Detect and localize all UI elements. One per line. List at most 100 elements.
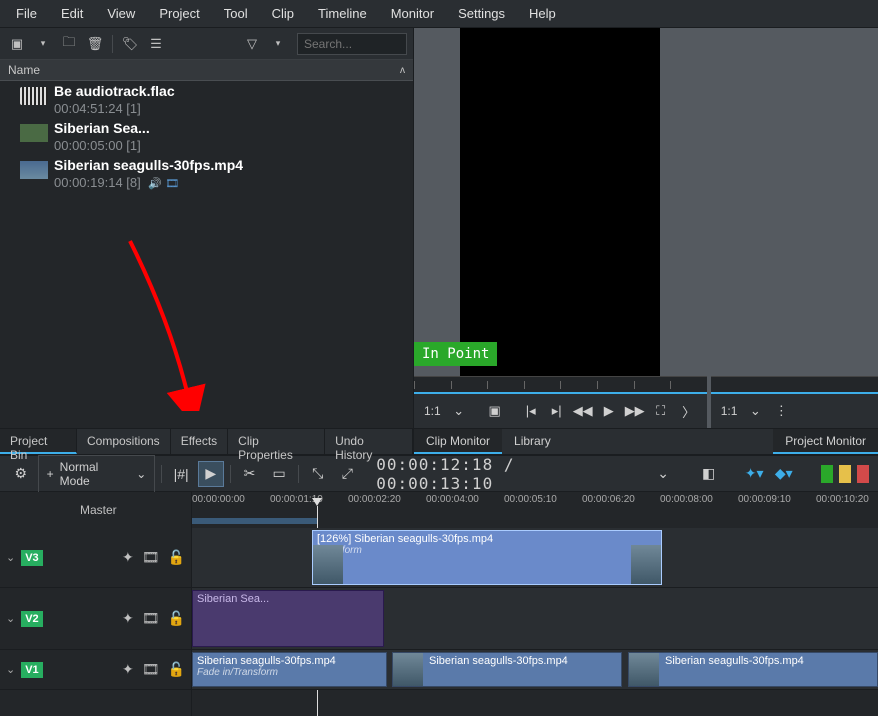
select-tool-icon[interactable]: ▶ (198, 461, 224, 487)
clip-effect-label: Transform (317, 545, 657, 556)
lock-icon[interactable]: 🔓 (168, 610, 185, 627)
chevron-down-icon[interactable]: ⌄ (447, 399, 471, 423)
next-keyframe-icon[interactable]: ▸| (545, 399, 569, 423)
time-ruler[interactable]: 00:00:00:00 00:00:01:10 00:00:02:20 00:0… (192, 492, 878, 528)
image-thumb-icon (20, 124, 48, 142)
effects-icon[interactable]: ◆▾ (771, 461, 797, 487)
clip[interactable]: Siberian seagulls-30fps.mp4 (628, 652, 878, 687)
track-id-badge[interactable]: V1 (21, 662, 42, 678)
bin-item[interactable]: Siberian seagulls-30fps.mp4 00:00:19:14 … (0, 155, 413, 192)
razor-icon[interactable]: ✂ (237, 461, 263, 487)
track-id-badge[interactable]: V3 (21, 550, 42, 566)
track-header-v1[interactable]: ⌄ V1 ✦ 🎞 🔓 (0, 650, 191, 690)
zoom-slider[interactable] (857, 465, 869, 483)
search-input[interactable] (297, 33, 407, 55)
menu-monitor[interactable]: Monitor (379, 2, 446, 25)
chevron-down-icon[interactable]: ⌄ (743, 399, 767, 423)
settings-icon[interactable]: ⚙ (8, 461, 34, 487)
clip[interactable]: Siberian seagulls-30fps.mp4 Fade in/Tran… (192, 652, 387, 687)
project-monitor-tabs: Project Monitor (773, 428, 878, 454)
tab-project-monitor[interactable]: Project Monitor (773, 429, 878, 454)
menu-settings[interactable]: Settings (446, 2, 517, 25)
project-monitor-screen[interactable] (711, 28, 878, 376)
zoom-ratio-label[interactable]: 1:1 (420, 404, 445, 418)
crop-icon[interactable]: ⛶ (649, 399, 673, 423)
lock-icon[interactable]: 🔓 (168, 549, 185, 566)
track-id-badge[interactable]: V2 (21, 611, 42, 627)
chevron-down-icon[interactable]: ⌄ (6, 612, 15, 625)
timeline-zone[interactable] (192, 518, 317, 524)
magic-icon[interactable]: ✦ (122, 549, 134, 566)
overwrite-icon[interactable]: ⤢ (335, 461, 361, 487)
zoom-slider[interactable] (821, 465, 833, 483)
tab-effects[interactable]: Effects (171, 429, 228, 454)
filter-icon[interactable]: ▽ (241, 33, 263, 55)
mode-plus-icon: + (47, 467, 54, 481)
spacer-icon[interactable]: ▭ (266, 461, 292, 487)
tab-library[interactable]: Library (502, 429, 563, 454)
menu-edit[interactable]: Edit (49, 2, 95, 25)
track-lane-v3[interactable]: [126%] Siberian seagulls-30fps.mp4 Trans… (192, 528, 878, 588)
menu-file[interactable]: File (4, 2, 49, 25)
menu-view[interactable]: View (95, 2, 147, 25)
magic-icon[interactable]: ✦ (122, 661, 134, 678)
sort-asc-icon[interactable]: ʌ (400, 65, 405, 76)
chevron-down-icon[interactable]: ⌄ (6, 663, 15, 676)
menu-help[interactable]: Help (517, 2, 568, 25)
folder-icon[interactable]: 🗀 (58, 33, 80, 55)
edit-mode-dropdown[interactable]: + Normal Mode ⌄ (38, 455, 156, 493)
clip-monitor-screen[interactable]: In Point (414, 28, 707, 376)
track-lane-v1[interactable]: Siberian seagulls-30fps.mp4 Fade in/Tran… (192, 650, 878, 690)
chevron-down-icon[interactable]: ⌄ (650, 461, 676, 487)
favorite-icon[interactable]: ✦▾ (741, 461, 767, 487)
track-header-v2[interactable]: ⌄ V2 ✦ 🎞 🔓 (0, 588, 191, 650)
more-icon[interactable]: ⋮ (769, 399, 793, 423)
tab-compositions[interactable]: Compositions (77, 429, 171, 454)
magic-icon[interactable]: ✦ (122, 610, 134, 627)
prev-keyframe-icon[interactable]: |◂ (519, 399, 543, 423)
track-content[interactable]: 00:00:00:00 00:00:01:10 00:00:02:20 00:0… (192, 492, 878, 716)
marker-icon[interactable]: ◧ (696, 461, 722, 487)
add-dropdown-icon[interactable]: ▾ (32, 33, 54, 55)
clip[interactable]: Siberian seagulls-30fps.mp4 (392, 652, 622, 687)
tab-clip-monitor[interactable]: Clip Monitor (414, 429, 502, 454)
film-icon[interactable]: 🎞 (142, 549, 160, 566)
tab-clip-properties[interactable]: Clip Properties (228, 429, 325, 454)
trash-icon[interactable]: 🗑 (84, 33, 106, 55)
track-header-v3[interactable]: ⌄ V3 ✦ 🎞 🔓 (0, 528, 191, 588)
play-icon[interactable]: ▶ (597, 399, 621, 423)
bin-item[interactable]: Siberian Sea... 00:00:05:00 [1] (0, 118, 413, 155)
compositing-icon[interactable]: |#| (168, 461, 194, 487)
zoom-slider[interactable] (839, 465, 851, 483)
tab-project-bin[interactable]: Project Bin (0, 429, 77, 454)
monitor-ruler[interactable] (414, 376, 707, 394)
insert-icon[interactable]: ⤡ (305, 461, 331, 487)
bin-column-header[interactable]: Name ʌ (0, 60, 413, 81)
bin-item[interactable]: Be audiotrack.flac 00:04:51:24 [1] (0, 81, 413, 118)
set-in-icon[interactable]: ▣ (483, 399, 507, 423)
film-icon[interactable]: 🎞 (142, 610, 160, 627)
chevron-down-icon[interactable]: ⌄ (6, 551, 15, 564)
film-icon[interactable]: 🎞 (142, 661, 160, 678)
rewind-icon[interactable]: ◀◀ (571, 399, 595, 423)
zoom-ratio-label[interactable]: 1:1 (717, 404, 742, 418)
clip[interactable]: Siberian Sea... (192, 590, 384, 647)
monitor-ruler[interactable] (711, 376, 878, 394)
tag-icon[interactable]: 🏷 (119, 33, 141, 55)
next-icon[interactable]: 〉 (677, 399, 701, 423)
ruler-label: 00:00:02:20 (348, 494, 401, 505)
timecode-display[interactable]: 00:00:12:18 / 00:00:13:10 (376, 455, 638, 493)
master-label[interactable]: Master (0, 492, 191, 528)
menu-clip[interactable]: Clip (260, 2, 306, 25)
menu-timeline[interactable]: Timeline (306, 2, 379, 25)
menu-project[interactable]: Project (147, 2, 211, 25)
lock-icon[interactable]: 🔓 (168, 661, 185, 678)
tab-undo-history[interactable]: Undo History (325, 429, 413, 454)
filter-dropdown-icon[interactable]: ▾ (267, 33, 289, 55)
clip[interactable]: [126%] Siberian seagulls-30fps.mp4 Trans… (312, 530, 662, 585)
track-lane-v2[interactable]: Siberian Sea... (192, 588, 878, 650)
add-clip-icon[interactable]: ▣ (6, 33, 28, 55)
list-icon[interactable]: ☰ (145, 33, 167, 55)
menu-tool[interactable]: Tool (212, 2, 260, 25)
forward-icon[interactable]: ▶▶ (623, 399, 647, 423)
